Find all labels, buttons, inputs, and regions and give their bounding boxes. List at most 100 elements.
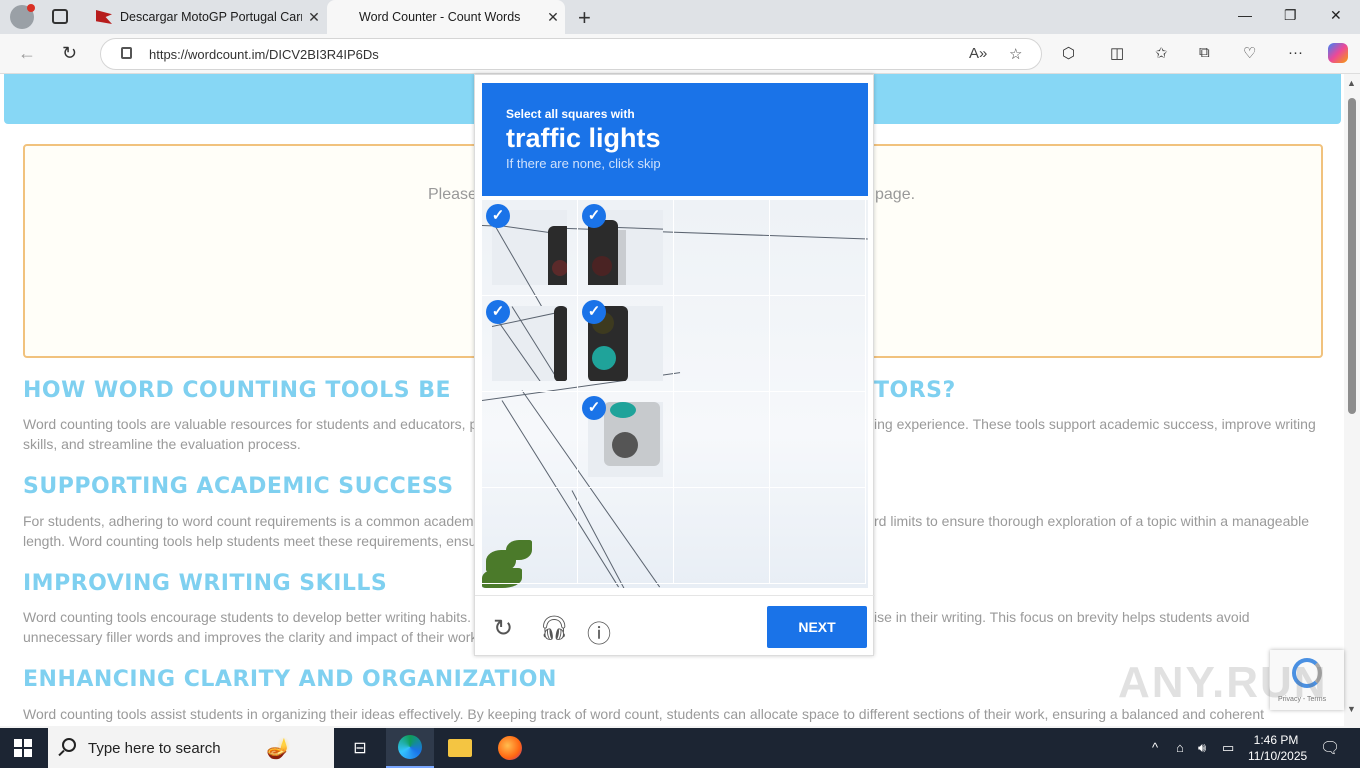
captcha-footer: ↻ 🎧︎ ⓘ NEXT	[475, 595, 875, 657]
taskbar-search[interactable]: Type here to search 🪔	[48, 728, 334, 768]
restore-icon[interactable]: ❐	[1284, 7, 1297, 24]
captcha-challenge: Select all squares with traffic lights I…	[474, 74, 875, 657]
firefox-taskbar-icon[interactable]	[486, 728, 534, 768]
selected-check-icon: ✓	[486, 204, 510, 228]
back-icon[interactable]: ←	[18, 43, 36, 64]
split-screen-icon[interactable]: ◫	[1110, 44, 1124, 62]
captcha-tile[interactable]: ✓	[482, 200, 578, 296]
section-heading: IMPROVING WRITING SKILLS	[23, 571, 388, 596]
watermark: ANY.RUN	[1118, 658, 1328, 707]
section-text: For students, adhering to word count req…	[23, 513, 474, 529]
volume-icon[interactable]: 🔊︎	[1198, 740, 1206, 756]
favorite-star-icon[interactable]: ☆	[1009, 45, 1022, 63]
red-bulb	[592, 256, 612, 276]
captcha-tile[interactable]: ✓	[482, 296, 578, 392]
clock-date: 11/10/2025	[1248, 749, 1308, 763]
more-menu-icon[interactable]: ···	[1288, 44, 1303, 61]
tab-word-counter[interactable]: Word Counter - Count Words ✕	[327, 0, 565, 34]
selected-check-icon: ✓	[582, 204, 606, 228]
file-explorer-icon[interactable]	[436, 728, 484, 768]
selected-check-icon: ✓	[582, 396, 606, 420]
traffic-light	[554, 306, 567, 381]
tray-chevron-icon[interactable]: ^	[1152, 740, 1158, 755]
tab-actions-icon[interactable]	[52, 9, 68, 24]
collections-icon[interactable]: ⧉	[1199, 44, 1210, 61]
edge-taskbar-icon[interactable]	[386, 728, 434, 768]
captcha-target: traffic lights	[506, 123, 661, 153]
browser-essentials-icon[interactable]: ♡	[1243, 44, 1256, 62]
windows-start-icon[interactable]	[14, 739, 32, 757]
task-view-icon[interactable]: ⊟	[336, 728, 384, 768]
copilot-icon[interactable]	[1328, 43, 1348, 63]
clock-time: 1:46 PM	[1253, 733, 1299, 747]
textarea-placeholder-end: page.	[875, 186, 916, 203]
ime-icon[interactable]: ▭	[1222, 740, 1234, 756]
section-heading: ENHANCING CLARITY AND ORGANIZATION	[23, 667, 557, 692]
section-heading-tail: TORS?	[874, 378, 956, 403]
address-bar: ← ↻ https://wordcount.im/DICV2BI3R4IP6Ds…	[0, 34, 1360, 74]
scroll-thumb[interactable]	[1348, 98, 1356, 414]
captcha-tile[interactable]	[482, 488, 578, 584]
tab-motogp[interactable]: Descargar MotoGP Portugal Carre ✕	[88, 0, 326, 34]
captcha-image-grid: ✓ ✓ ✓ ✓ ✓	[482, 200, 868, 588]
tab-close-icon[interactable]: ✕	[302, 9, 326, 26]
traffic-light	[548, 226, 567, 285]
captcha-tile[interactable]	[674, 488, 770, 584]
captcha-tile[interactable]	[482, 392, 578, 488]
captcha-tile[interactable]	[770, 200, 866, 296]
scroll-up-icon[interactable]: ▲	[1347, 78, 1356, 88]
selected-check-icon: ✓	[582, 300, 606, 324]
captcha-prompt: Select all squares with	[506, 107, 635, 121]
captcha-tile[interactable]	[770, 296, 866, 392]
reload-icon[interactable]: ↻	[493, 614, 513, 643]
section-text: Word counting tools encourage students t…	[23, 609, 472, 625]
search-placeholder: Type here to search	[88, 740, 221, 757]
url-field[interactable]: https://wordcount.im/DICV2BI3R4IP6Ds A» …	[100, 38, 1042, 70]
captcha-tile[interactable]	[674, 200, 770, 296]
scroll-down-icon[interactable]: ▼	[1347, 704, 1356, 714]
section-text: ise in their writing. This focus on brev…	[874, 609, 1250, 625]
refresh-icon[interactable]: ↻	[62, 43, 77, 64]
minimize-icon[interactable]: —	[1238, 7, 1252, 23]
captcha-tile[interactable]	[674, 392, 770, 488]
section-text: unnecessary filler words and improves th…	[23, 629, 478, 645]
captcha-tile[interactable]: ✓	[578, 296, 674, 392]
favorites-icon[interactable]: ✩	[1155, 44, 1168, 62]
extensions-icon[interactable]: ⬡	[1062, 44, 1075, 62]
captcha-tile[interactable]: ✓	[578, 200, 674, 296]
close-window-icon[interactable]: ✕	[1330, 7, 1342, 24]
url-text[interactable]: https://wordcount.im/DICV2BI3R4IP6Ds	[149, 47, 379, 62]
network-icon[interactable]: ⌂	[1176, 740, 1184, 755]
search-highlight-icon: 🪔	[266, 738, 291, 760]
captcha-tile[interactable]	[674, 296, 770, 392]
tab-title: Descargar MotoGP Portugal Carre	[120, 10, 302, 24]
captcha-tile[interactable]	[770, 392, 866, 488]
bulb-back	[612, 432, 638, 458]
page-scrollbar[interactable]: ▲ ▼	[1344, 74, 1360, 726]
tab-favicon-icon	[96, 10, 112, 24]
taskbar: Type here to search 🪔 ⊟ ^ ⌂ 🔊︎ ▭ 1:46 PM…	[0, 728, 1360, 768]
captcha-hint: If there are none, click skip	[506, 156, 661, 171]
section-heading: SUPPORTING ACADEMIC SUCCESS	[23, 474, 454, 499]
audio-icon[interactable]: 🎧︎	[539, 614, 569, 643]
tab-close-icon[interactable]: ✕	[541, 9, 565, 26]
info-icon[interactable]: ⓘ	[587, 614, 611, 649]
new-tab-icon[interactable]: +	[578, 5, 591, 31]
profile-avatar[interactable]	[10, 4, 35, 29]
section-text: Word counting tools are valuable resourc…	[23, 416, 478, 432]
section-heading: HOW WORD COUNTING TOOLS BE	[23, 378, 452, 403]
notifications-icon[interactable]: 🗨︎	[1320, 738, 1340, 758]
captcha-tile[interactable]: ✓	[578, 392, 674, 488]
lock-icon[interactable]	[121, 47, 132, 59]
section-text: length. Word counting tools help student…	[23, 533, 477, 549]
textarea-placeholder-start: Please	[428, 186, 477, 203]
search-icon	[62, 738, 76, 752]
tab-bar: Descargar MotoGP Portugal Carre ✕ Word C…	[0, 0, 1360, 34]
captcha-tile[interactable]	[578, 488, 674, 584]
system-clock[interactable]: 1:46 PM 11/10/2025	[1248, 732, 1308, 764]
selected-check-icon: ✓	[486, 300, 510, 324]
green-bulb	[610, 402, 636, 418]
next-button[interactable]: NEXT	[767, 606, 867, 648]
captcha-tile[interactable]	[770, 488, 866, 584]
read-aloud-icon[interactable]: A»	[969, 45, 987, 62]
